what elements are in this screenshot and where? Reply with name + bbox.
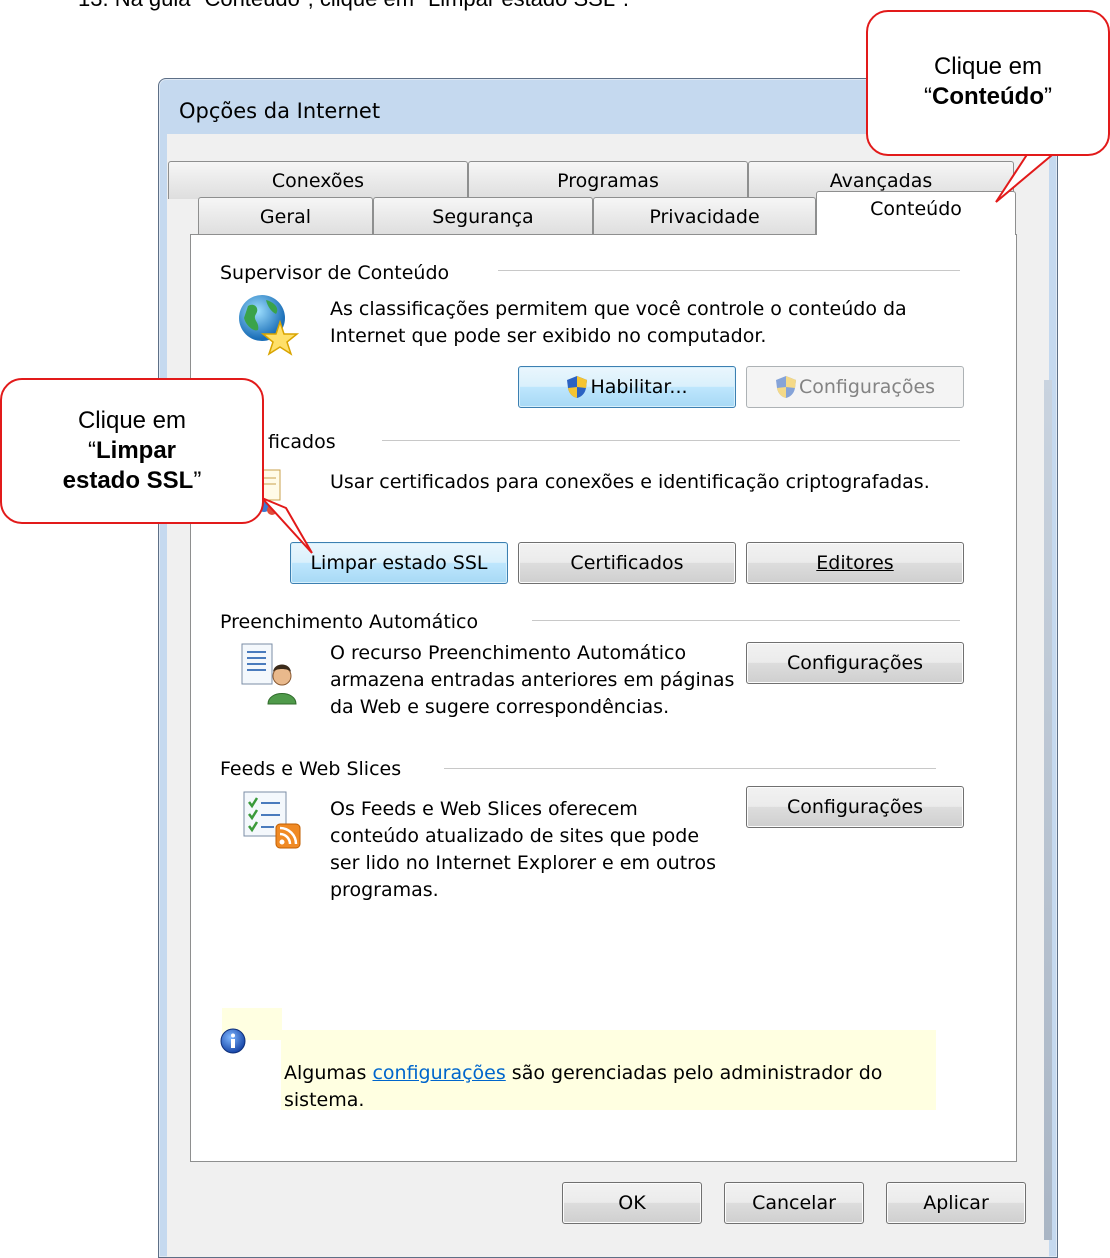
callout-pointers [261,149,1061,554]
callout-content-tab: Clique em “Conteúdo” [866,10,1110,156]
callout-clear-ssl: Clique em “Limpar estado SSL” [0,378,264,524]
